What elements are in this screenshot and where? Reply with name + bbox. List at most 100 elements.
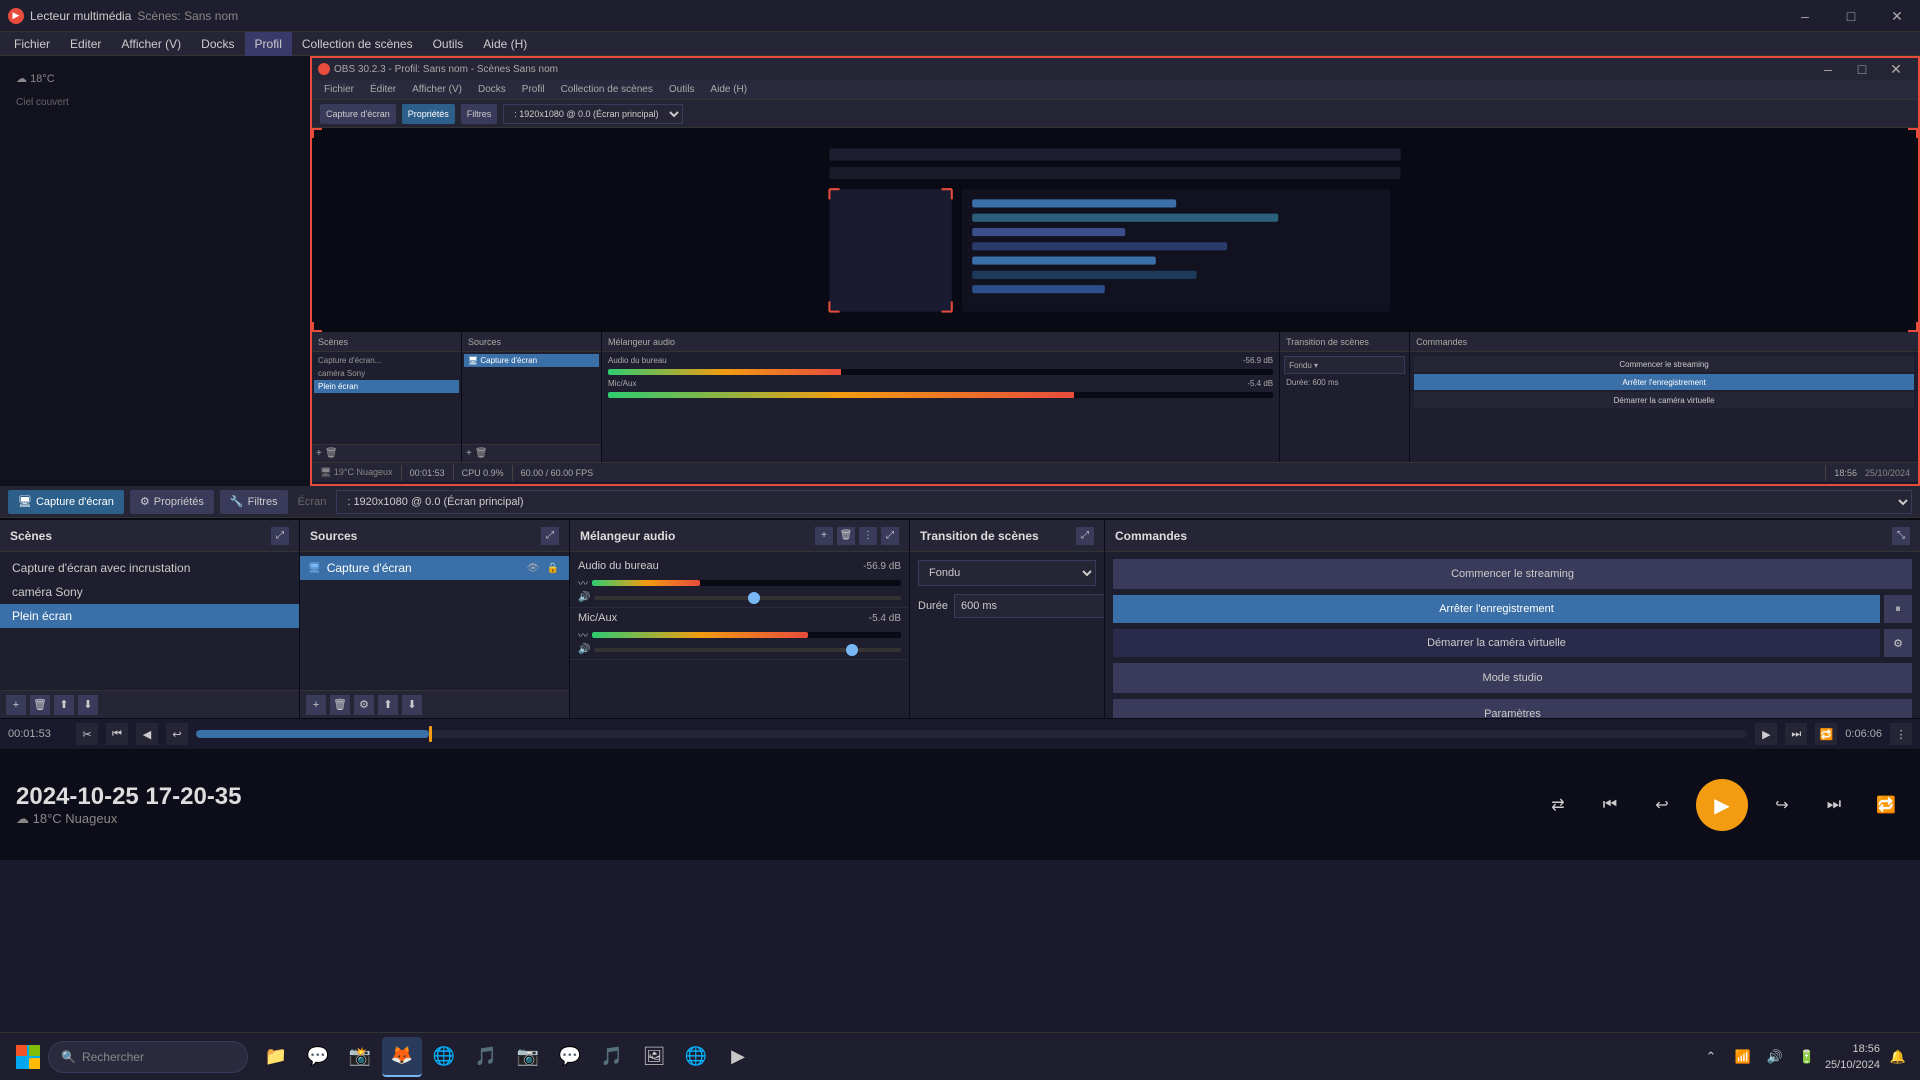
repeat-btn[interactable]: 🔁 — [1868, 787, 1904, 823]
transition-select[interactable]: FonduCoupureDéplacement — [918, 560, 1096, 586]
capture-tab[interactable]: 🖥 Capture d'écran — [8, 490, 124, 514]
taskbar-search[interactable]: 🔍 Rechercher — [48, 1041, 248, 1073]
taskbar-app-whatsapp[interactable]: 💬 — [550, 1037, 590, 1077]
duration-input[interactable] — [954, 594, 1104, 618]
timeline-step-btn[interactable]: ↩ — [166, 723, 188, 745]
taskbar-app-photos[interactable]: 📸 — [340, 1037, 380, 1077]
menu-collection[interactable]: Collection de scènes — [292, 32, 423, 56]
notifications-icon[interactable]: 🔔 — [1884, 1043, 1912, 1071]
forward-btn[interactable]: ↪ — [1764, 787, 1800, 823]
inner-maximize[interactable]: □ — [1846, 60, 1878, 78]
stop-record-btn[interactable]: Arrêter l'enregistrement — [1113, 595, 1880, 623]
timeline-marker[interactable] — [429, 726, 432, 742]
taskbar-app-chrome[interactable]: 🌐 — [676, 1037, 716, 1077]
volume-knob-2[interactable] — [846, 644, 858, 656]
close-button[interactable]: ✕ — [1874, 0, 1920, 32]
source-item-1[interactable]: 🖥 Capture d'écran 👁 🔒 — [300, 556, 569, 580]
taskbar-app-chat[interactable]: 💬 — [298, 1037, 338, 1077]
timeline-progress-bar[interactable] — [196, 730, 1747, 738]
system-clock[interactable]: 18:56 25/10/2024 — [1825, 1041, 1880, 1073]
inner-menu-outils[interactable]: Outils — [661, 84, 703, 95]
rewind-btn[interactable]: ↩ — [1644, 787, 1680, 823]
inner-scene-item-2[interactable]: caméra Sony — [314, 367, 459, 380]
timeline-next-btn[interactable]: ▶ — [1755, 723, 1777, 745]
settings-btn[interactable]: Paramètres — [1113, 699, 1912, 718]
screen-select[interactable]: : 1920x1080 @ 0.0 (Écran principal) — [336, 490, 1912, 514]
inner-menu-collection[interactable]: Collection de scènes — [553, 84, 661, 95]
menu-outils[interactable]: Outils — [423, 32, 474, 56]
scenes-expand-btn[interactable]: ⤢ — [271, 527, 289, 545]
volume-tray-icon[interactable]: 🔊 — [1761, 1043, 1789, 1071]
scene-item-2[interactable]: caméra Sony — [0, 580, 299, 604]
source-eye-btn[interactable]: 👁 — [525, 560, 541, 576]
taskbar-app-edge[interactable]: 🌐 — [424, 1037, 464, 1077]
inner-source-del[interactable]: 🗑 — [475, 448, 488, 459]
source-delete-btn[interactable]: 🗑 — [330, 695, 350, 715]
taskbar-app-photoshop[interactable]: 🖼 — [634, 1037, 674, 1077]
inner-menu-editer[interactable]: Éditer — [362, 84, 404, 95]
virtual-cam-btn[interactable]: Démarrer la caméra virtuelle — [1113, 629, 1880, 657]
inner-transition-select[interactable]: Fondu ▾ — [1284, 356, 1405, 374]
virtual-cam-settings-btn[interactable]: ⚙ — [1884, 629, 1912, 657]
inner-scene-add[interactable]: + — [316, 448, 322, 459]
volume-slider-1[interactable] — [594, 596, 901, 600]
scene-item-1[interactable]: Capture d'écran avec incrustation — [0, 556, 299, 580]
minimize-button[interactable]: – — [1782, 0, 1828, 32]
source-settings-btn[interactable]: ⚙ — [354, 695, 374, 715]
transitions-expand-btn[interactable]: ⤢ — [1076, 527, 1094, 545]
filters-tab[interactable]: 🔧 Filtres — [220, 490, 288, 514]
audio-add-btn[interactable]: + — [815, 527, 833, 545]
inner-capture-btn[interactable]: Capture d'écran — [320, 104, 396, 124]
start-button[interactable] — [8, 1037, 48, 1077]
taskbar-app-firefox[interactable]: 🦊 — [382, 1037, 422, 1077]
maximize-button[interactable]: □ — [1828, 0, 1874, 32]
source-add-btn[interactable]: + — [306, 695, 326, 715]
prev-btn[interactable]: ⏮ — [1592, 787, 1628, 823]
inner-menu-fichier[interactable]: Fichier — [316, 84, 362, 95]
network-icon[interactable]: 📶 — [1729, 1043, 1757, 1071]
studio-mode-btn[interactable]: Mode studio — [1113, 663, 1912, 693]
taskbar-app-music[interactable]: 🎵 — [466, 1037, 506, 1077]
commands-expand-btn[interactable]: ⤡ — [1892, 527, 1910, 545]
source-lock-btn[interactable]: 🔒 — [545, 560, 561, 576]
inner-scene-del[interactable]: 🗑 — [325, 448, 338, 459]
taskbar-app-camera[interactable]: 📷 — [508, 1037, 548, 1077]
source-up-btn[interactable]: ⬆ — [378, 695, 398, 715]
chevron-icon[interactable]: ⌃ — [1697, 1043, 1725, 1071]
shuffle-btn[interactable]: ⇄ — [1540, 787, 1576, 823]
timeline-loop-btn[interactable]: 🔁 — [1815, 723, 1837, 745]
inner-start-stream[interactable]: Commencer le streaming — [1414, 356, 1914, 372]
taskbar-app-files[interactable]: 📁 — [256, 1037, 296, 1077]
timeline-prev-btn[interactable]: ◀ — [136, 723, 158, 745]
taskbar-app-media[interactable]: ▶ — [718, 1037, 758, 1077]
inner-source-add[interactable]: + — [466, 448, 472, 459]
inner-menu-docks[interactable]: Docks — [470, 84, 514, 95]
inner-close[interactable]: ✕ — [1880, 60, 1912, 78]
sources-expand-btn[interactable]: ⤢ — [541, 527, 559, 545]
taskbar-app-spotify[interactable]: 🎵 — [592, 1037, 632, 1077]
audio-expand-btn[interactable]: ⤢ — [881, 527, 899, 545]
inner-screen-select[interactable]: : 1920x1080 @ 0.0 (Écran principal) — [503, 104, 683, 124]
menu-profil[interactable]: Profil — [245, 32, 292, 56]
start-stream-btn[interactable]: Commencer le streaming — [1113, 559, 1912, 589]
scene-down-btn[interactable]: ⬇ — [78, 695, 98, 715]
timeline-back-btn[interactable]: ⏮ — [106, 723, 128, 745]
inner-minimize[interactable]: – — [1812, 60, 1844, 78]
timeline-more-btn[interactable]: ⋮ — [1890, 723, 1912, 745]
audio-menu-btn[interactable]: ⋮ — [859, 527, 877, 545]
pause-record-btn[interactable]: ⏸ — [1884, 595, 1912, 623]
scene-add-btn[interactable]: + — [6, 695, 26, 715]
inner-menu-profil[interactable]: Profil — [514, 84, 553, 95]
menu-afficher[interactable]: Afficher (V) — [111, 32, 191, 56]
inner-menu-aide[interactable]: Aide (H) — [702, 84, 755, 95]
inner-scene-item-3[interactable]: Plein écran — [314, 380, 459, 393]
battery-icon[interactable]: 🔋 — [1793, 1043, 1821, 1071]
inner-stop-record[interactable]: Arrêter l'enregistrement — [1414, 374, 1914, 390]
inner-filters-btn[interactable]: Filtres — [461, 104, 498, 124]
inner-source-item-1[interactable]: 🖥 Capture d'écran — [464, 354, 599, 367]
inner-virtual-cam[interactable]: Démarrer la caméra virtuelle — [1414, 392, 1914, 408]
scene-item-3[interactable]: Plein écran — [0, 604, 299, 628]
inner-scene-item-1[interactable]: Capture d'écran... — [314, 354, 459, 367]
menu-fichier[interactable]: Fichier — [4, 32, 60, 56]
play-button[interactable]: ▶ — [1696, 779, 1748, 831]
